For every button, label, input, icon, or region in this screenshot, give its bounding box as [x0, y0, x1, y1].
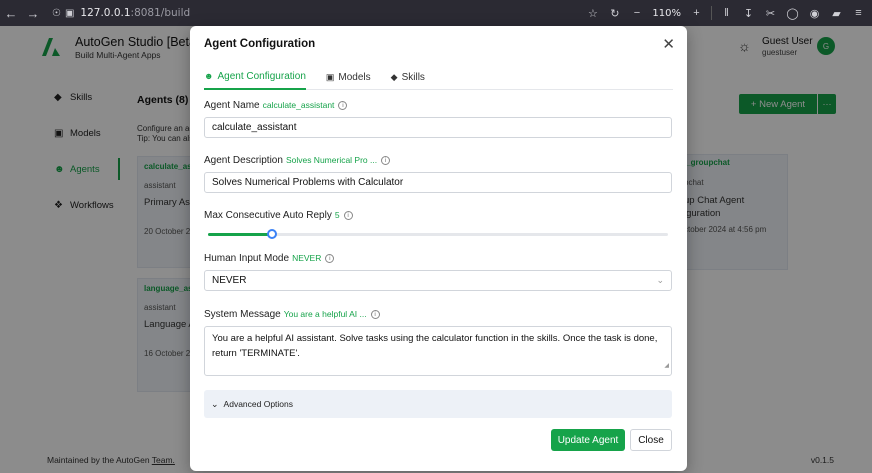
download-icon[interactable]: ↧ [739, 0, 758, 26]
tab-skills[interactable]: ◆ Skills [391, 64, 425, 90]
agent-description-label: Agent Description Solves Numerical Pro ..… [204, 155, 391, 166]
system-message-label: System Message You are a helpful AI ... i [204, 309, 380, 320]
agent-name-label: Agent Name calculate_assistant i [204, 100, 348, 111]
close-icon[interactable]: ✕ [662, 35, 675, 53]
tab-label: Agent Configuration [217, 70, 306, 82]
agent-config-modal: Agent Configuration ✕ ☻ Agent Configurat… [190, 26, 687, 471]
zoom-out-icon[interactable]: − [627, 0, 646, 26]
models-icon: ▣ [325, 71, 335, 82]
modal-title: Agent Configuration [204, 38, 316, 50]
pocket-icon[interactable]: ◯ [783, 0, 802, 26]
field-label: Max Consecutive Auto Reply [204, 210, 332, 221]
info-icon[interactable]: i [338, 100, 348, 110]
page-icon: ▣ [64, 7, 75, 19]
info-icon[interactable]: i [325, 253, 335, 263]
tab-models[interactable]: ▣ Models [326, 64, 371, 90]
toolbar-divider [711, 6, 712, 20]
tab-agent-configuration[interactable]: ☻ Agent Configuration [204, 64, 306, 90]
field-hint: calculate_assistant [262, 100, 335, 110]
field-label: Agent Name [204, 100, 260, 111]
close-button[interactable]: Close [630, 429, 672, 451]
field-hint: Solves Numerical Pro ... [285, 155, 378, 165]
zoom-level[interactable]: 110% [649, 8, 684, 19]
bookmark-star-icon[interactable]: ☆ [583, 0, 602, 26]
forward-icon[interactable]: → [22, 0, 44, 26]
zoom-in-icon[interactable]: + [687, 0, 706, 26]
shield-icon: ☉ [52, 7, 61, 19]
resize-grip-icon[interactable]: ◢ [664, 359, 669, 374]
agent-name-input[interactable]: calculate_assistant [204, 117, 672, 138]
screenshot-icon[interactable]: ✂ [761, 0, 780, 26]
field-hint: 5 [334, 210, 340, 220]
info-icon[interactable]: i [381, 155, 391, 165]
field-label: System Message [204, 309, 281, 320]
info-icon[interactable]: i [370, 309, 380, 319]
update-agent-button[interactable]: Update Agent [551, 429, 625, 451]
slider-fill [208, 233, 273, 236]
field-hint: You are a helpful AI ... [283, 309, 367, 319]
advanced-options-toggle[interactable]: ⌄ Advanced Options [204, 390, 672, 418]
library-icon[interactable]: ‖ [717, 0, 736, 26]
chevron-down-icon: ⌄ [656, 275, 664, 285]
skills-icon: ◆ [390, 71, 398, 82]
tab-label: Skills [401, 71, 425, 83]
system-message-textarea[interactable]: You are a helpful AI assistant. Solve ta… [204, 326, 672, 376]
info-icon[interactable]: i [343, 210, 353, 220]
select-value: NEVER [212, 275, 247, 286]
slider-handle[interactable] [267, 229, 278, 239]
chevron-down-icon: ⌄ [211, 398, 219, 409]
tab-label: Models [338, 71, 371, 83]
max-auto-reply-label: Max Consecutive Auto Reply 5 i [204, 210, 353, 221]
back-icon[interactable]: ← [0, 0, 22, 26]
modal-tabs: ☻ Agent Configuration ▣ Models ◆ Skills [204, 64, 673, 90]
human-input-mode-select[interactable]: NEVER ⌄ [204, 270, 672, 291]
url-bar[interactable]: ☉ ▣ 127.0.0.1:8081/build [52, 0, 190, 26]
agent-description-input[interactable]: Solves Numerical Problems with Calculato… [204, 172, 672, 193]
url-text: 127.0.0.1:8081/build [80, 7, 191, 19]
field-hint: NEVER [292, 253, 322, 263]
agent-icon: ☻ [204, 71, 214, 81]
extension-icon[interactable]: ◉ [805, 0, 824, 26]
reload-icon[interactable]: ↻ [605, 0, 624, 26]
textarea-text: You are a helpful AI assistant. Solve ta… [212, 333, 658, 359]
field-label: Human Input Mode [204, 253, 290, 264]
field-label: Agent Description [204, 155, 283, 166]
menu-icon[interactable]: ≡ [849, 0, 868, 26]
max-auto-reply-slider[interactable] [208, 229, 668, 239]
browser-toolbar: ← → ☉ ▣ 127.0.0.1:8081/build ☆ ↻ − 110% … [0, 0, 872, 26]
human-input-mode-label: Human Input Mode NEVER i [204, 253, 335, 264]
puzzle-icon[interactable]: ▰ [827, 0, 846, 26]
advanced-options-label: Advanced Options [223, 399, 294, 409]
